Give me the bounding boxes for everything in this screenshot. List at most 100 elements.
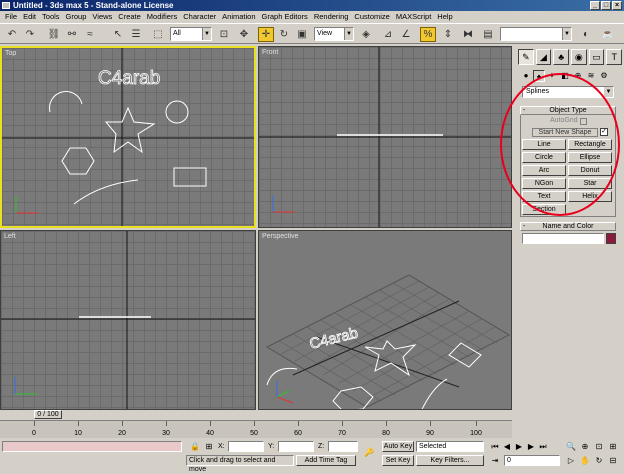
tick-label: 90 xyxy=(426,430,434,437)
percent-snap-icon[interactable]: % xyxy=(420,27,436,42)
z-coordinate-field[interactable] xyxy=(328,441,358,452)
bind-space-warp-icon[interactable]: ≈ xyxy=(82,27,98,42)
named-selection-sets-dropdown[interactable]: ▼ xyxy=(500,27,572,41)
zoom-extents-icon[interactable]: ⊡ xyxy=(594,441,604,452)
arc-rotate-icon[interactable]: ↻ xyxy=(594,455,604,466)
menu-animation[interactable]: Animation xyxy=(219,11,258,23)
current-frame-field[interactable]: 0 xyxy=(504,455,560,466)
viewport-area: C4arab Top Front Left C4arab Perspective xyxy=(0,46,512,410)
perspective-viewport[interactable]: C4arab Perspective xyxy=(258,230,512,410)
viewport-label-left[interactable]: Left xyxy=(4,233,16,240)
status-bar-top: 🔒 ⊞ X: Y: Z: 🔑 Auto Key Selected ⏮ ◀ ▶ ▶… xyxy=(0,440,624,457)
time-slider-thumb[interactable]: 0 / 100 xyxy=(34,410,62,419)
mirror-icon[interactable]: ⧓ xyxy=(460,27,476,42)
select-and-manipulate-icon[interactable]: ✥ xyxy=(236,27,252,42)
maximize-button[interactable]: □ xyxy=(601,1,611,10)
auto-key-button[interactable]: Auto Key xyxy=(382,441,414,452)
geometry-icon[interactable]: ● xyxy=(520,70,532,82)
add-time-tag-button[interactable]: Add Time Tag xyxy=(296,455,356,466)
hierarchy-tab-icon[interactable]: ♣ xyxy=(553,49,570,65)
select-and-rotate-icon[interactable]: ↻ xyxy=(276,27,292,42)
menu-tools[interactable]: Tools xyxy=(39,11,63,23)
selection-region-icon[interactable]: ⬚ xyxy=(150,27,166,42)
menu-group[interactable]: Group xyxy=(63,11,90,23)
lock-selection-icon[interactable]: 🔒 xyxy=(190,441,200,452)
zoom-extents-all-icon[interactable]: ⊞ xyxy=(608,441,618,452)
menu-rendering[interactable]: Rendering xyxy=(311,11,352,23)
menu-help[interactable]: Help xyxy=(434,11,455,23)
front-viewport[interactable]: Front xyxy=(258,46,512,228)
display-tab-icon[interactable]: ▭ xyxy=(588,49,605,65)
menu-file[interactable]: File xyxy=(2,11,20,23)
field-of-view-icon[interactable]: ▷ xyxy=(566,455,576,466)
top-viewport[interactable]: C4arab Top xyxy=(0,46,256,228)
select-by-name-icon[interactable]: ☰ xyxy=(128,27,144,42)
next-frame-icon[interactable]: ▶ xyxy=(526,441,536,452)
pan-icon[interactable]: ✋ xyxy=(580,455,590,466)
go-to-end-icon[interactable]: ⏭ xyxy=(538,441,548,452)
redo-icon[interactable]: ↷ xyxy=(22,27,38,42)
window-crossing-icon[interactable]: ⊡ xyxy=(216,27,232,42)
selection-set-dropdown[interactable]: Selected xyxy=(416,441,484,452)
left-viewport[interactable]: Left xyxy=(0,230,256,410)
menu-graph-editors[interactable]: Graph Editors xyxy=(259,11,311,23)
undo-icon[interactable]: ↶ xyxy=(4,27,20,42)
absolute-mode-icon[interactable]: ⊞ xyxy=(204,441,214,452)
viewport-label-front[interactable]: Front xyxy=(262,49,278,56)
systems-icon[interactable]: ⚙ xyxy=(598,70,610,82)
main-toolbar: ↶ ↷ ⛓ ⚯ ≈ ↖ ☰ ⬚ All ▼ ⊡ ✥ ✛ ↻ ▣ View ▼ ◈ ⊿… xyxy=(0,23,624,44)
chevron-down-icon: ▼ xyxy=(202,28,211,40)
menu-customize[interactable]: Customize xyxy=(351,11,392,23)
object-color-swatch[interactable] xyxy=(606,233,616,244)
time-slider[interactable]: 0 / 100 xyxy=(0,410,512,420)
y-coordinate-field[interactable] xyxy=(278,441,314,452)
play-icon[interactable]: ▶ xyxy=(514,441,524,452)
close-button[interactable]: × xyxy=(612,1,622,10)
pivot-point-icon[interactable]: ◈ xyxy=(358,27,374,42)
modify-tab-icon[interactable]: ◢ xyxy=(535,49,552,65)
motion-tab-icon[interactable]: ◉ xyxy=(571,49,587,65)
align-icon[interactable]: ▤ xyxy=(480,27,496,42)
menu-modifiers[interactable]: Modifiers xyxy=(144,11,180,23)
x-axis-gizmo xyxy=(276,396,294,404)
angle-snap-icon[interactable]: ∠ xyxy=(398,27,414,42)
window-title: Untitled - 3ds max 5 - Stand-alone Licen… xyxy=(13,1,174,10)
menu-character[interactable]: Character xyxy=(180,11,219,23)
menu-maxscript[interactable]: MAXScript xyxy=(393,11,434,23)
object-name-field[interactable] xyxy=(522,233,604,244)
name-color-rollout-header[interactable]: - Name and Color xyxy=(520,222,616,231)
select-link-icon[interactable]: ⛓ xyxy=(46,27,62,42)
snap-toggle-icon[interactable]: ⊿ xyxy=(380,27,396,42)
minimize-button[interactable]: _ xyxy=(590,1,600,10)
key-filters-button[interactable]: Key Filters... xyxy=(416,455,484,466)
viewport-label-perspective[interactable]: Perspective xyxy=(262,233,299,240)
menu-edit[interactable]: Edit xyxy=(20,11,39,23)
tick-label: 30 xyxy=(162,430,170,437)
menu-create[interactable]: Create xyxy=(115,11,144,23)
select-and-scale-icon[interactable]: ▣ xyxy=(294,27,310,42)
key-mode-icon[interactable]: ⇥ xyxy=(490,455,500,466)
render-icon[interactable]: ☕ xyxy=(600,27,616,42)
rectangle-shape xyxy=(173,167,207,187)
previous-frame-icon[interactable]: ◀ xyxy=(502,441,512,452)
maxscript-listener-field[interactable] xyxy=(2,441,182,452)
reference-coordinate-dropdown[interactable]: View ▼ xyxy=(314,27,354,41)
select-object-icon[interactable]: ↖ xyxy=(110,27,126,42)
selection-filter-dropdown[interactable]: All ▼ xyxy=(170,27,212,41)
create-tab-icon[interactable]: ✎ xyxy=(518,49,534,65)
maximize-viewport-icon[interactable]: ⊟ xyxy=(608,455,618,466)
material-editor-icon[interactable]: ◐ xyxy=(578,27,594,42)
x-coordinate-field[interactable] xyxy=(228,441,264,452)
zoom-all-icon[interactable]: ⊕ xyxy=(580,441,590,452)
tick-label: 40 xyxy=(206,430,214,437)
utilities-tab-icon[interactable]: T xyxy=(606,49,623,65)
go-to-start-icon[interactable]: ⏮ xyxy=(490,441,500,452)
menu-views[interactable]: Views xyxy=(89,11,115,23)
viewport-label-top[interactable]: Top xyxy=(5,50,16,57)
set-key-button[interactable]: Set Key xyxy=(382,455,414,466)
spinner-snap-icon[interactable]: ⇕ xyxy=(440,27,456,42)
zoom-icon[interactable]: 🔍 xyxy=(566,441,576,452)
unlink-icon[interactable]: ⚯ xyxy=(64,27,80,42)
track-bar[interactable]: 0 10 20 30 40 50 60 70 80 90 100 xyxy=(0,420,512,438)
select-and-move-icon[interactable]: ✛ xyxy=(258,27,274,42)
